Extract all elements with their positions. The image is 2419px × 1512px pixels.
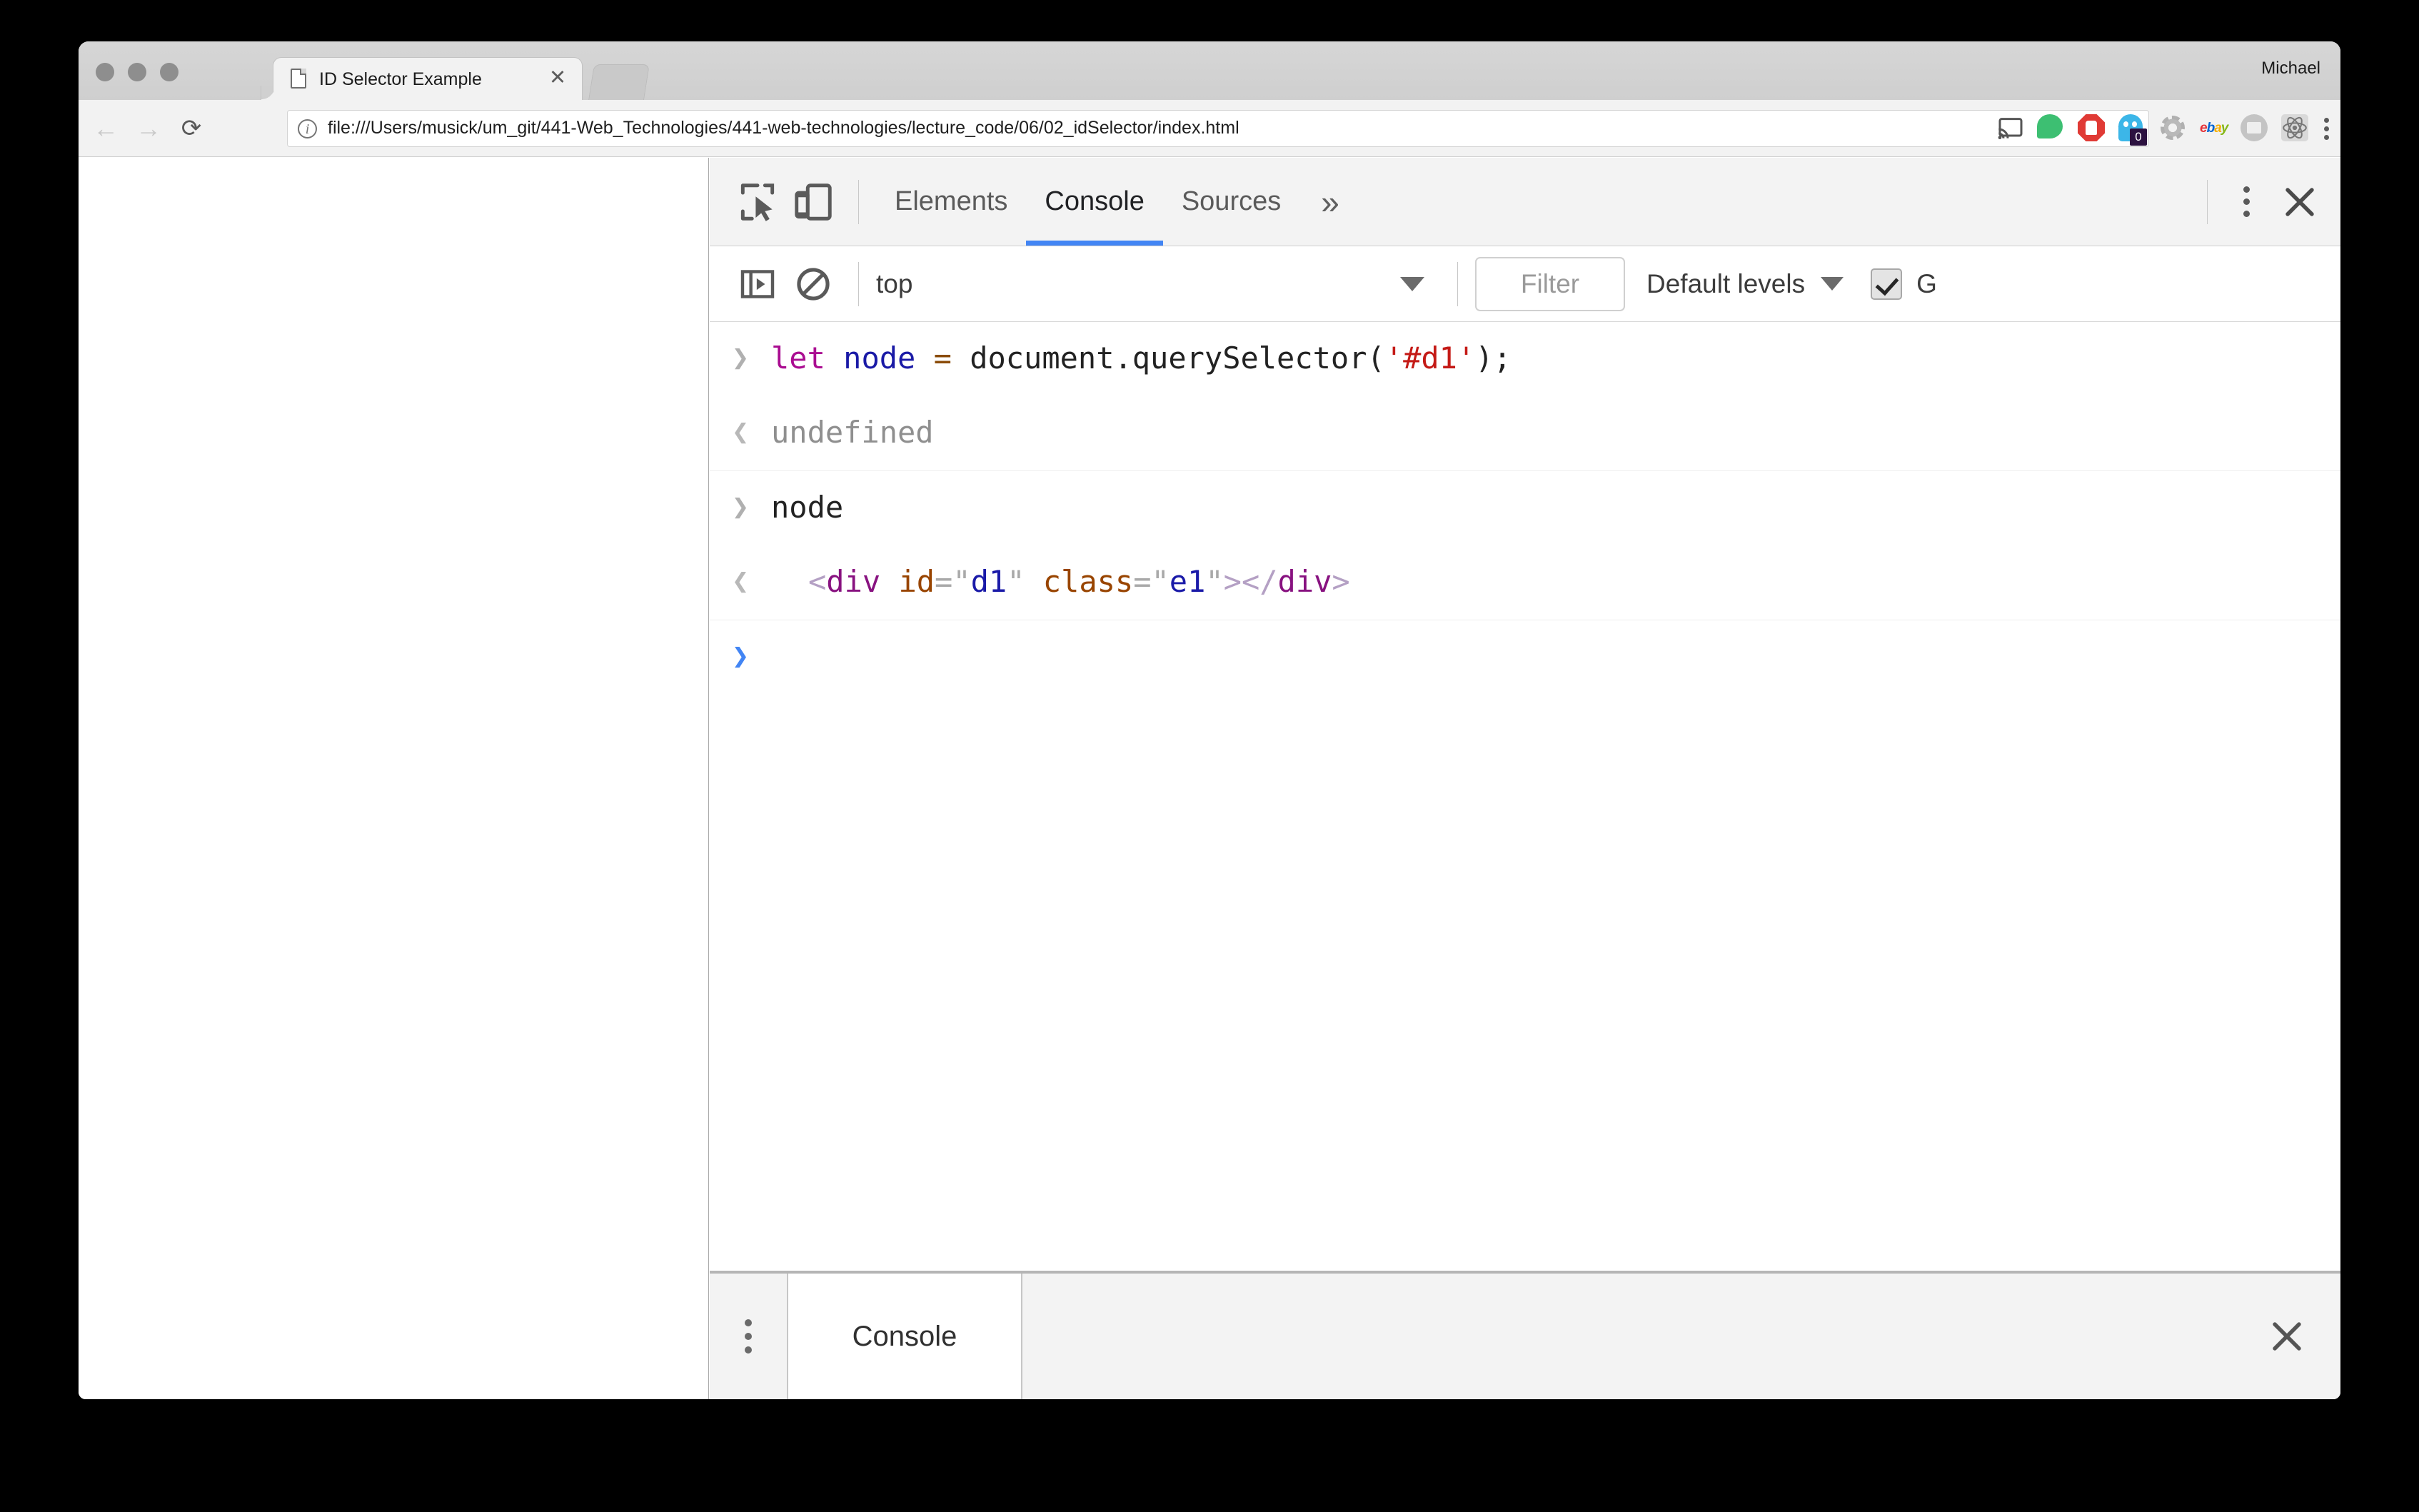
new-tab-button[interactable] bbox=[588, 64, 650, 100]
screenshot-root: ID Selector Example ✕ Michael ← → ⟳ i fi… bbox=[0, 0, 2419, 1512]
address-bar-url: file:///Users/musick/um_git/441-Web_Tech… bbox=[328, 118, 1239, 138]
close-icon[interactable] bbox=[2268, 181, 2332, 223]
return-chevron-icon: ❮ bbox=[731, 565, 750, 598]
adblock-stop-icon[interactable] bbox=[2078, 114, 2106, 143]
console-input-row[interactable]: ❯ let node = document.querySelector('#d1… bbox=[710, 322, 2340, 396]
prompt-chevron-icon: ❯ bbox=[731, 640, 750, 672]
more-vertical-icon[interactable] bbox=[2225, 186, 2268, 217]
log-levels-select[interactable]: Default levels bbox=[1646, 269, 1844, 299]
info-circle-icon[interactable]: i bbox=[298, 119, 317, 138]
drawer-tab-console-label: Console bbox=[852, 1320, 957, 1352]
return-chevron-icon: ❮ bbox=[731, 415, 750, 448]
console-output-row: ❮ <div id="d1" class="e1"></div> bbox=[710, 545, 2340, 620]
log-levels-label: Default levels bbox=[1646, 268, 1806, 298]
console-input-code: node bbox=[771, 490, 844, 525]
arrow-left-icon[interactable]: ← bbox=[91, 114, 120, 143]
toolbar-divider-right bbox=[2207, 179, 2208, 224]
clear-console-icon[interactable] bbox=[785, 256, 841, 312]
console-entry-1: ❯ let node = document.querySelector('#d1… bbox=[710, 322, 2340, 471]
browser-navbar: ← → ⟳ i file:///Users/musick/um_git/441-… bbox=[79, 100, 2340, 157]
tab-console[interactable]: Console bbox=[1026, 158, 1164, 246]
caret-down-icon bbox=[1821, 277, 1844, 291]
browser-tab[interactable]: ID Selector Example ✕ bbox=[261, 57, 583, 100]
ghostery-icon[interactable]: 0 bbox=[2118, 114, 2147, 146]
prompt-chevron-icon: ❯ bbox=[731, 341, 750, 374]
console-input-code: let node = document.querySelector('#d1')… bbox=[771, 341, 1512, 376]
tab-sources-label: Sources bbox=[1181, 186, 1282, 216]
tab-sources[interactable]: Sources bbox=[1163, 158, 1299, 246]
extension-toolbar: 0 ebay bbox=[1996, 113, 2330, 146]
console-filter-placeholder: Filter bbox=[1520, 268, 1580, 298]
inspect-element-icon[interactable] bbox=[730, 174, 785, 230]
close-window-button[interactable] bbox=[96, 63, 114, 81]
group-similar-label: G bbox=[1916, 268, 1937, 298]
maximize-window-button[interactable] bbox=[160, 63, 178, 81]
window-traffic-lights[interactable] bbox=[96, 63, 178, 81]
tab-elements-label: Elements bbox=[895, 186, 1008, 216]
arrow-right-icon[interactable]: → bbox=[134, 114, 163, 143]
device-toolbar-icon[interactable] bbox=[785, 174, 841, 230]
filterbar-divider bbox=[858, 261, 859, 306]
more-vertical-icon[interactable] bbox=[710, 1319, 787, 1354]
tab-elements[interactable]: Elements bbox=[876, 158, 1026, 246]
console-message-list[interactable]: ❯ let node = document.querySelector('#d1… bbox=[710, 322, 2340, 1271]
ebay-icon[interactable]: ebay bbox=[2200, 114, 2228, 143]
browser-tabstrip: ID Selector Example ✕ Michael bbox=[79, 41, 2340, 100]
devtools-drawer: Console bbox=[710, 1271, 2340, 1399]
address-bar[interactable]: i file:///Users/musick/um_git/441-Web_Te… bbox=[287, 110, 2149, 147]
console-sidebar-icon[interactable] bbox=[730, 256, 785, 312]
gear-icon[interactable] bbox=[2159, 114, 2188, 143]
prompt-chevron-icon: ❯ bbox=[731, 490, 750, 523]
devtools-tabbar: Elements Console Sources » bbox=[710, 158, 2340, 246]
filterbar-divider-2 bbox=[1457, 261, 1458, 306]
execution-context-select[interactable]: top bbox=[876, 269, 1440, 299]
console-entry-2: ❯ node ❮ <div id="d1" class="e1"></div> bbox=[710, 471, 2340, 620]
toolbar-divider bbox=[858, 179, 859, 224]
devtools-panel: Elements Console Sources » top Filter De… bbox=[710, 158, 2340, 1399]
chevron-double-right-icon[interactable]: » bbox=[1299, 158, 1361, 246]
console-output-code: undefined bbox=[771, 406, 948, 459]
undefined-value: undefined bbox=[771, 415, 934, 450]
caret-down-icon bbox=[1400, 276, 1424, 291]
console-filter-input[interactable]: Filter bbox=[1475, 256, 1625, 311]
close-icon[interactable]: ✕ bbox=[546, 66, 569, 89]
reload-icon[interactable]: ⟳ bbox=[177, 114, 206, 143]
close-icon[interactable] bbox=[2233, 1316, 2340, 1357]
page-viewport bbox=[79, 158, 709, 1399]
ghostery-badge-count: 0 bbox=[2130, 128, 2147, 146]
group-similar-checkbox[interactable] bbox=[1871, 268, 1903, 300]
console-output-html[interactable]: <div id="d1" class="e1"></div> bbox=[771, 555, 1364, 608]
console-input-row[interactable]: ❯ node bbox=[710, 471, 2340, 545]
image-icon[interactable] bbox=[2241, 114, 2269, 143]
execution-context-label: top bbox=[876, 268, 913, 298]
minimize-window-button[interactable] bbox=[128, 63, 146, 81]
profile-name[interactable]: Michael bbox=[2261, 59, 2320, 79]
tab-console-label: Console bbox=[1045, 186, 1145, 216]
browser-window: ID Selector Example ✕ Michael ← → ⟳ i fi… bbox=[79, 41, 2340, 1399]
cast-icon[interactable] bbox=[1996, 114, 2025, 143]
page-icon bbox=[291, 69, 306, 89]
react-icon[interactable] bbox=[2281, 114, 2310, 143]
green-bubble-icon[interactable] bbox=[2037, 114, 2066, 143]
console-filterbar: top Filter Default levels G bbox=[710, 246, 2340, 322]
console-output-row: ❮ undefined bbox=[710, 396, 2340, 470]
drawer-tab-console[interactable]: Console bbox=[787, 1274, 1022, 1399]
browser-tab-title: ID Selector Example bbox=[319, 69, 482, 89]
console-prompt-row[interactable]: ❯ bbox=[710, 620, 2340, 695]
chrome-menu-icon[interactable] bbox=[2322, 114, 2330, 143]
